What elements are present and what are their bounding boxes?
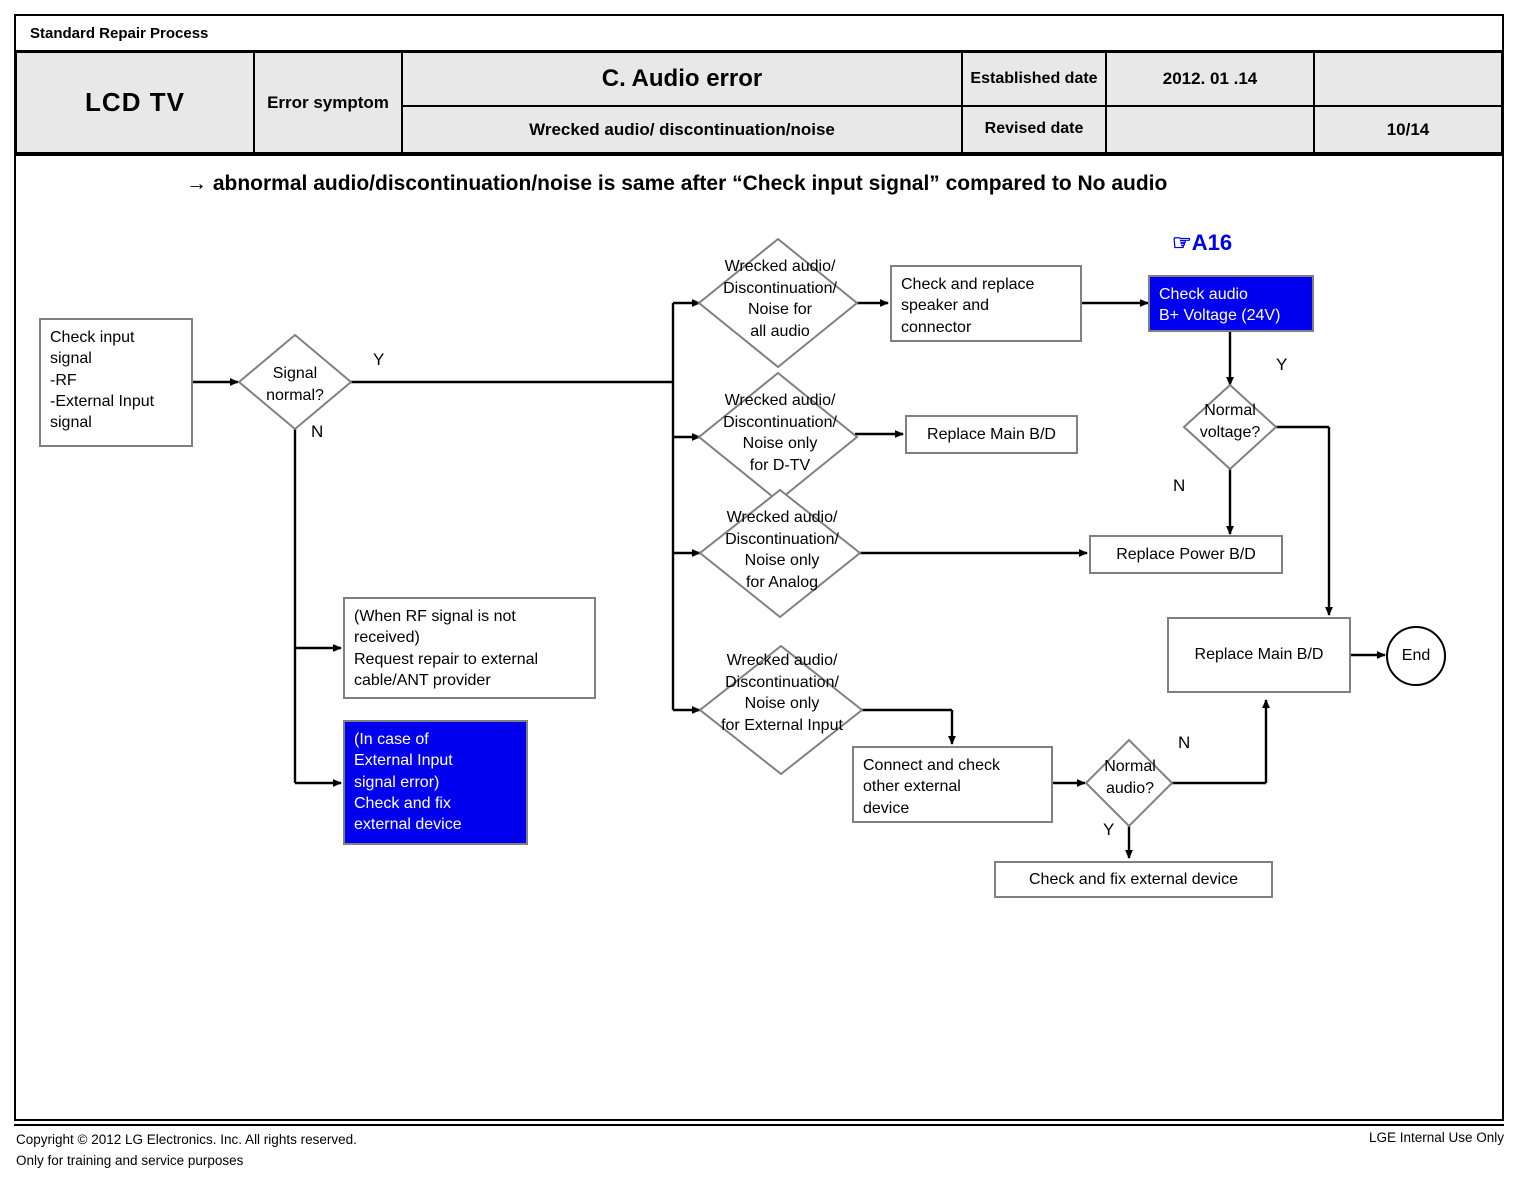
footer-copyright: Copyright © 2012 LG Electronics. Inc. Al… <box>16 1130 357 1172</box>
decision-all-audio-label: Wrecked audio/ Discontinuation/ Noise fo… <box>723 258 837 340</box>
page-subheading: → abnormal audio/discontinuation/noise i… <box>186 172 1168 195</box>
decision-dtv-label: Wrecked audio/ Discontinuation/ Noise on… <box>723 392 837 474</box>
branch-label-normal-audio-no: N <box>1178 733 1191 752</box>
decision-normal-voltage-label: Normal voltage? <box>1199 402 1261 441</box>
standard-repair-process-strip: Standard Repair Process <box>16 16 1502 52</box>
node-check-audio-b-plus-voltage[interactable]: Check audio B+ Voltage (24V) <box>1148 275 1314 332</box>
node-check-input-signal[interactable]: Check input signal -RF -External Input s… <box>39 318 193 447</box>
header-established-date-value: 2012. 01 .14 <box>1106 52 1314 106</box>
header-product-cell: LCD TV <box>16 52 254 153</box>
header-error-subtitle: Wrecked audio/ discontinuation/noise <box>402 106 962 153</box>
branch-label-signal-normal-no: N <box>311 422 324 441</box>
header-divider <box>16 153 1502 156</box>
branch-label-signal-normal-yes: Y <box>373 350 385 369</box>
slide-page: Standard Repair Process LCD TV Error sym… <box>0 0 1518 1193</box>
decision-external-input-label: Wrecked audio/ Discontinuation/ Noise on… <box>721 652 843 734</box>
header-revised-date-label: Revised date <box>962 106 1106 153</box>
footer-copyright-line2: Only for training and service purposes <box>16 1152 244 1168</box>
header-revised-date-value <box>1106 106 1314 153</box>
footer-copyright-line1: Copyright © 2012 LG Electronics. Inc. Al… <box>16 1132 357 1147</box>
branch-label-normal-voltage-no: N <box>1173 476 1186 495</box>
decision-signal-normal-label: Signal normal? <box>266 365 324 404</box>
footer-divider <box>14 1124 1504 1126</box>
header-blank-cell <box>1314 52 1502 106</box>
branch-label-normal-voltage-yes: Y <box>1276 355 1288 374</box>
branch-label-normal-audio-yes: Y <box>1103 820 1115 839</box>
decision-analog-label: Wrecked audio/ Discontinuation/ Noise on… <box>725 509 839 591</box>
decision-normal-audio-label: Normal audio? <box>1104 758 1156 797</box>
header-error-title: C. Audio error <box>402 52 962 106</box>
node-replace-main-bd-dtv[interactable]: Replace Main B/D <box>905 415 1078 454</box>
header-page-number: 10/14 <box>1314 106 1502 153</box>
node-replace-power-bd[interactable]: Replace Power B/D <box>1089 535 1283 574</box>
node-external-input-signal-error[interactable]: (In case of External Input signal error)… <box>343 720 528 845</box>
node-connect-check-other-device[interactable]: Connect and check other external device <box>852 746 1053 823</box>
header-error-symptom-label: Error symptom <box>254 52 402 153</box>
node-check-replace-speaker[interactable]: Check and replace speaker and connector <box>890 265 1082 342</box>
node-rf-not-received-note[interactable]: (When RF signal is not received) Request… <box>343 597 596 699</box>
node-replace-main-bd-final[interactable]: Replace Main B/D <box>1167 617 1351 693</box>
node-end[interactable]: End <box>1386 626 1446 686</box>
strip-title: Standard Repair Process <box>30 24 209 42</box>
a16-reference-annotation: ☞A16 <box>1172 230 1233 255</box>
node-check-fix-external-device[interactable]: Check and fix external device <box>994 861 1273 898</box>
footer-internal-use: LGE Internal Use Only <box>1368 1130 1504 1145</box>
header-established-date-label: Established date <box>962 52 1106 106</box>
